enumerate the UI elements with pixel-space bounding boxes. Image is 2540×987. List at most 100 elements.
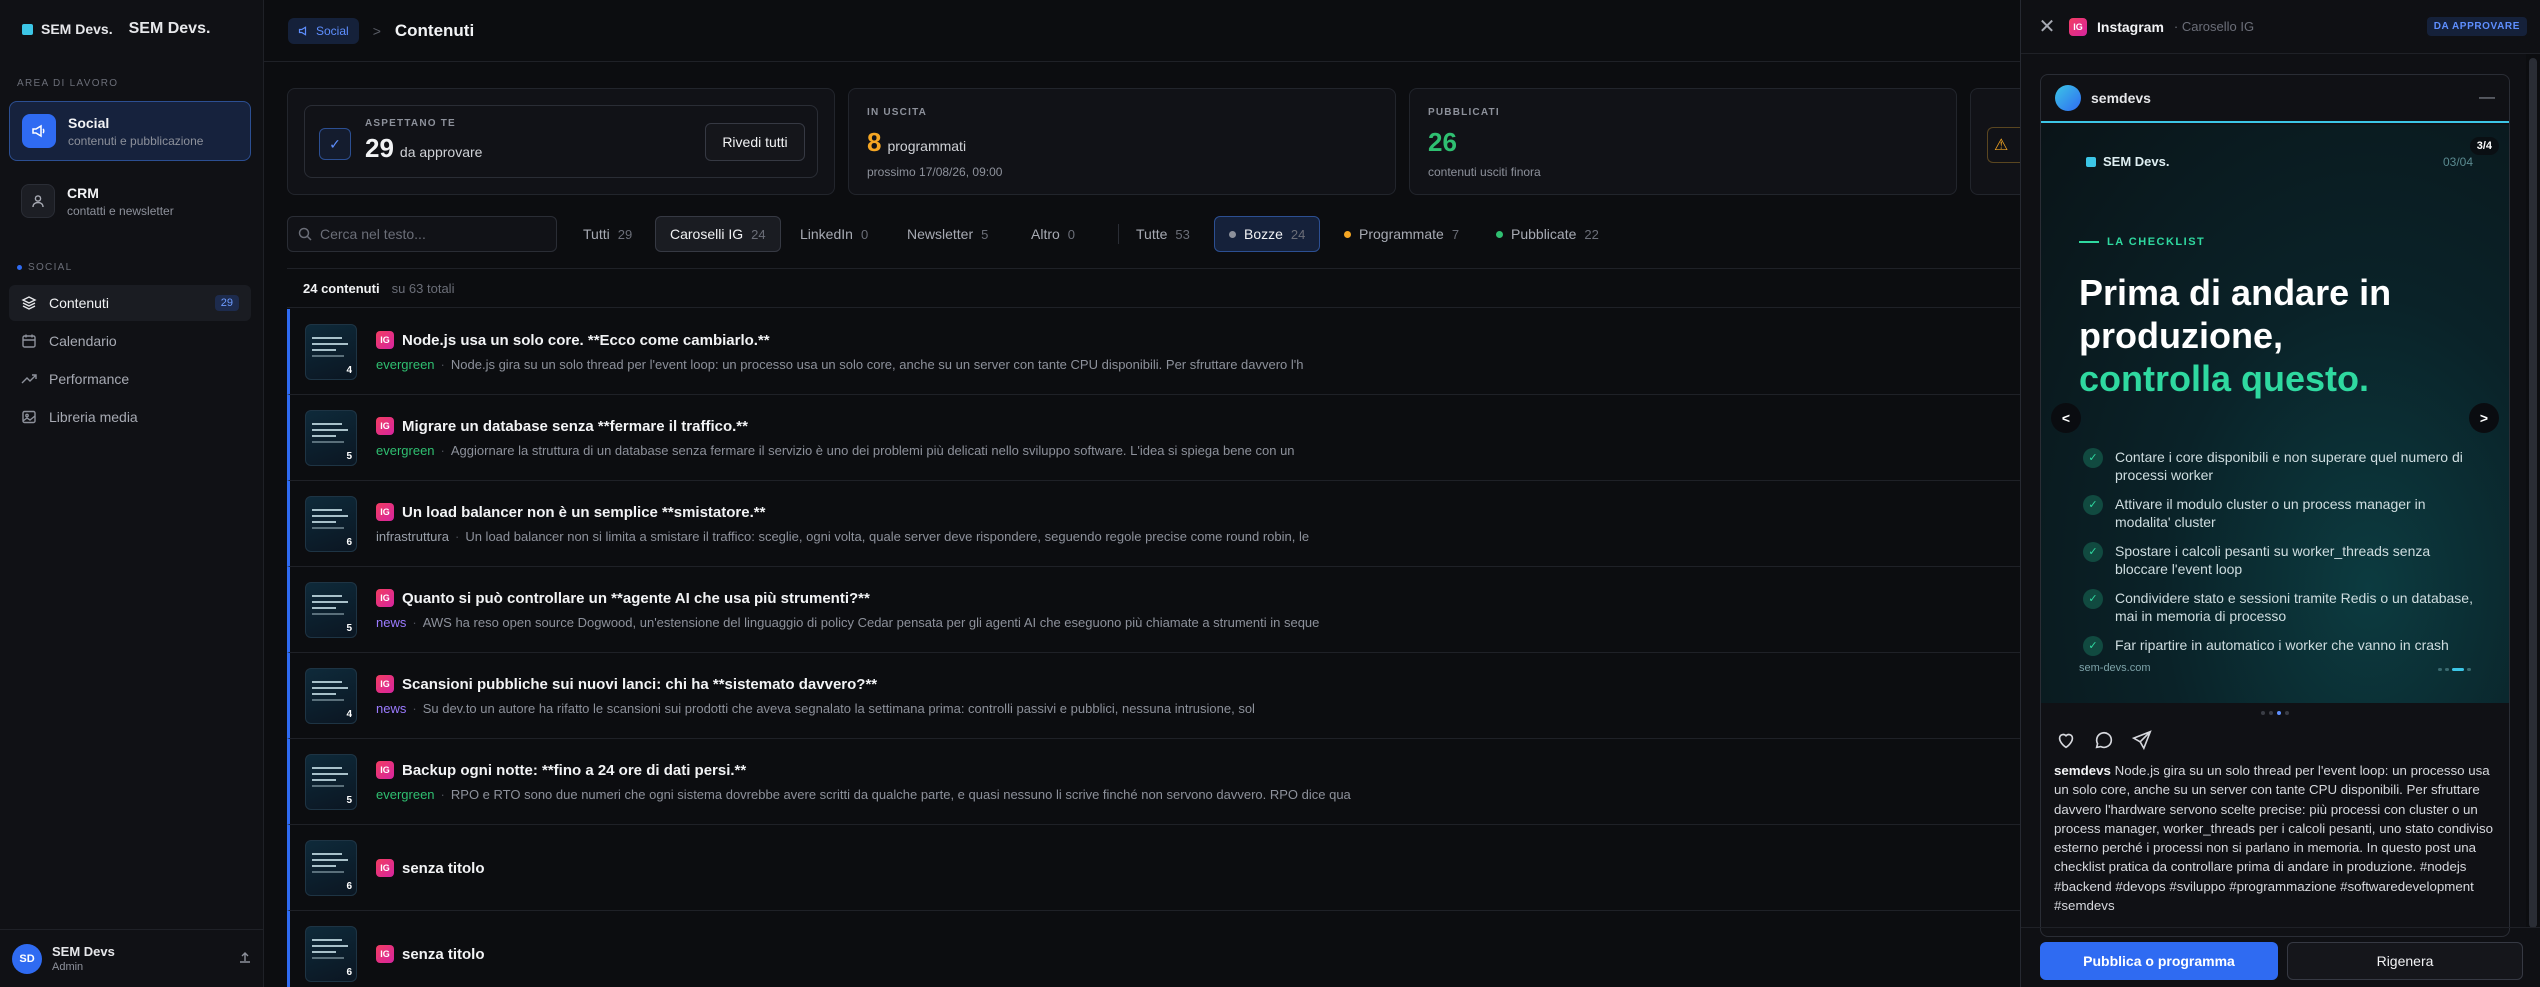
carousel-thumbnail: 6 (305, 840, 357, 896)
nav-contenuti[interactable]: Contenuti 29 (9, 285, 251, 321)
list-item[interactable]: 5 IG Quanto si può controllare un **agente… (287, 567, 2020, 653)
heading-line: produzione, (2079, 315, 2283, 356)
panel-title: Instagram (2097, 18, 2164, 35)
carousel-thumbnail: 6 (305, 926, 357, 982)
tab-label: Altro (1031, 226, 1060, 242)
list-item[interactable]: 6 IG senza titolo (287, 825, 2020, 911)
nav-calendario[interactable]: Calendario (9, 323, 251, 359)
workspace-section-label: AREA DI LAVORO (17, 78, 119, 89)
workspace-crm[interactable]: CRM contatti e newsletter (9, 171, 251, 231)
nav-label: Calendario (49, 333, 117, 349)
row-meta: evergreen · Node.js gira su un solo thread… (376, 357, 1304, 372)
brand[interactable]: SEM Devs. SEM Devs. (22, 20, 210, 38)
check-icon: ✓ (319, 128, 351, 160)
instagram-icon: IG (376, 503, 394, 521)
share-icon[interactable] (2131, 729, 2153, 751)
row-meta: evergreen · RPO e RTO sono due numeri che … (376, 787, 1351, 802)
slide-progress (2438, 668, 2471, 671)
search-input[interactable] (320, 226, 540, 242)
workspace-subtitle: contatti e newsletter (67, 203, 174, 218)
tab-bozze[interactable]: Bozze 24 (1214, 216, 1321, 252)
tab-count: 0 (1067, 226, 1076, 242)
meta-separator: · (454, 529, 460, 544)
row-meta: infrastruttura · Un load balancer non si l… (376, 529, 1309, 544)
brand-name: SEM Devs. (128, 20, 211, 37)
status-dot-icon (1229, 230, 1236, 238)
carousel-prev-button[interactable]: < (2051, 403, 2081, 433)
heart-icon[interactable] (2055, 729, 2077, 751)
close-icon[interactable]: ✕ (2035, 14, 2059, 39)
stat-label: ASPETTANO TE (365, 118, 456, 129)
list-item[interactable]: 5 IG Migrare un database senza **fermare i… (287, 395, 2020, 481)
row-title: Scansioni pubbliche sui nuovi lanci: chi… (402, 676, 878, 693)
regenerate-button[interactable]: Rigenera (2287, 942, 2523, 980)
tab-count: 7 (1451, 226, 1460, 242)
nav-performance[interactable]: Performance (9, 361, 251, 397)
nav-badge: 29 (214, 295, 239, 311)
list-item[interactable]: 6 IG senza titolo (287, 911, 2020, 987)
row-tag: news (376, 701, 407, 716)
tab-caroselli-ig[interactable]: Caroselli IG 24 (655, 216, 781, 252)
list-item[interactable]: 4 IG Scansioni pubbliche sui nuovi lanci: … (287, 653, 2020, 739)
waiting-box: ✓ ASPETTANO TE 29 da approvare Rivedi tu… (304, 105, 818, 178)
panel-header: ✕ IG Instagram · Carosello IG DA APPROVA… (2021, 0, 2540, 54)
instagram-icon: IG (2069, 17, 2087, 36)
logo-icon (2086, 156, 2096, 167)
stat-waiting: ✓ ASPETTANO TE 29 da approvare Rivedi tu… (287, 88, 835, 195)
check-icon: ✓ (2083, 495, 2103, 515)
carousel-thumbnail: 5 (305, 410, 357, 466)
slide-count: 4 (346, 709, 352, 720)
list-item[interactable]: 5 IG Backup ogni notte: **fino a 24 ore di… (287, 739, 2020, 825)
tab-altro[interactable]: Altro 0 (1017, 216, 1089, 252)
tab-newsletter[interactable]: Newsletter 5 (893, 216, 1002, 252)
breadcrumb-social[interactable]: Social (288, 17, 359, 44)
comment-icon[interactable] (2093, 729, 2115, 751)
row-meta: evergreen · Aggiornare la struttura di un … (376, 443, 1295, 458)
list-item[interactable]: 4 IG Node.js usa un solo core. **Ecco come… (287, 309, 2020, 395)
review-all-button[interactable]: Rivedi tutti (705, 123, 805, 161)
more-icon[interactable]: — (2479, 89, 2495, 107)
tab-tutti[interactable]: Tutti 29 (569, 216, 646, 252)
workspace-social[interactable]: Social contenuti e pubblicazione (9, 101, 251, 161)
megaphone-icon (22, 114, 56, 148)
instagram-icon: IG (376, 589, 394, 607)
carousel-thumbnail: 4 (305, 324, 357, 380)
instagram-icon: IG (376, 859, 394, 877)
meta-separator: · (412, 615, 417, 630)
row-snippet: RPO e RTO sono due numeri che ogni siste… (450, 787, 1351, 802)
publish-button[interactable]: Pubblica o programma (2040, 942, 2278, 980)
carousel-thumbnail: 5 (305, 754, 357, 810)
user-role: Admin (52, 961, 84, 973)
tab-tutte[interactable]: Tutte 53 (1122, 216, 1204, 252)
tab-label: LinkedIn (800, 226, 853, 242)
megaphone-icon (298, 25, 307, 36)
filter-divider (1118, 224, 1119, 244)
row-tag: news (376, 615, 407, 630)
user-menu[interactable]: SD SEM Devs Admin (0, 929, 264, 987)
list-total: su 63 totali (391, 280, 455, 296)
page-title: Contenuti (394, 20, 475, 40)
warning-icon: ⚠ (1987, 127, 2023, 163)
carousel-thumbnail: 4 (305, 668, 357, 724)
user-name: SEM Devs (52, 944, 115, 959)
tab-linkedin[interactable]: LinkedIn 0 (786, 216, 882, 252)
list-header: 24 contenuti su 63 totali (287, 268, 2020, 308)
tab-pubblicate[interactable]: Pubblicate 22 (1482, 216, 1613, 252)
search-box[interactable] (287, 216, 557, 252)
carousel-next-button[interactable]: > (2469, 403, 2499, 433)
slide-url: sem-devs.com (2079, 662, 2151, 674)
slide-kicker: LA CHECKLIST (2079, 236, 2205, 248)
row-snippet: Un load balancer non si limita a smistar… (465, 529, 1310, 544)
row-title: Un load balancer non è un semplice **smi… (402, 504, 766, 521)
heading-line: Prima di andare in (2079, 272, 2392, 313)
nav-libreria-media[interactable]: Libreria media (9, 399, 251, 435)
row-tag: evergreen (376, 443, 435, 458)
checklist: ✓ Contare i core disponibili e non supera… (2083, 448, 2483, 667)
tab-programmate[interactable]: Programmate 7 (1330, 216, 1473, 252)
brand-name-small: SEM Devs. (41, 21, 113, 37)
section-dot-icon (17, 265, 22, 270)
list-item[interactable]: 6 IG Un load balancer non è un semplice **… (287, 481, 2020, 567)
scrollbar-thumb[interactable] (2529, 58, 2537, 928)
logout-icon[interactable] (238, 950, 252, 967)
tab-count: 53 (1175, 226, 1190, 242)
